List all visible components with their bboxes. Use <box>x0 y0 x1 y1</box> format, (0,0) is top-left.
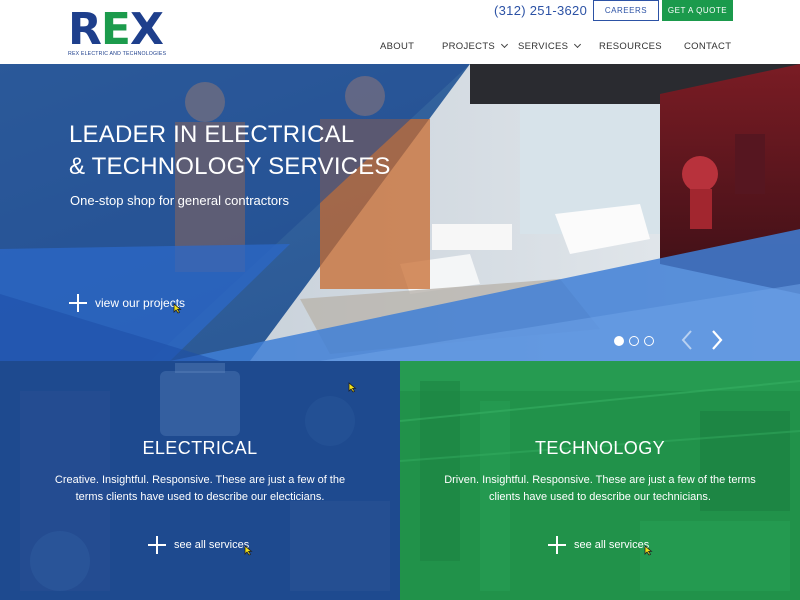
nav-item-label: SERVICES <box>518 41 569 52</box>
chevron-down-icon <box>574 40 582 49</box>
technology-description: Driven. Insightful. Responsive. These ar… <box>444 474 756 503</box>
nav-item-label: RESOURCES <box>599 41 662 52</box>
nav-item-label: PROJECTS <box>442 41 496 52</box>
see-all-services-label: see all services <box>574 539 650 551</box>
hero-title-line1: LEADER IN ELECTRICAL <box>69 121 355 148</box>
main-nav: ABOUT PROJECTS SERVICES RESOURCES CONTAC… <box>0 40 800 55</box>
nav-item-resources[interactable]: RESOURCES <box>599 41 662 52</box>
nav-item-about[interactable]: ABOUT <box>380 41 414 52</box>
careers-button[interactable]: CAREERS <box>593 0 659 21</box>
technology-panel[interactable]: TECHNOLOGY Driven. Insightful. Responsiv… <box>400 361 800 600</box>
pointer-cursor-icon <box>244 545 253 556</box>
pointer-cursor-icon <box>173 303 182 314</box>
hero-title-line2: & TECHNOLOGY SERVICES <box>69 153 391 180</box>
nav-item-projects[interactable]: PROJECTS <box>442 40 509 52</box>
see-all-services-label: see all services <box>174 539 250 551</box>
slider-next-arrow-icon[interactable] <box>710 329 724 351</box>
hero-background-image <box>0 64 800 361</box>
hero-title: LEADER IN ELECTRICAL & TECHNOLOGY SERVIC… <box>69 119 391 183</box>
get-a-quote-button[interactable]: GET A QUOTE <box>662 0 733 21</box>
nav-item-services[interactable]: SERVICES <box>518 40 582 52</box>
plus-icon <box>69 294 87 312</box>
slider-prev-arrow-icon[interactable] <box>680 329 694 351</box>
plus-icon <box>148 536 166 554</box>
hero-slider: LEADER IN ELECTRICAL & TECHNOLOGY SERVIC… <box>0 64 800 361</box>
plus-icon <box>548 536 566 554</box>
pointer-cursor-icon <box>348 382 357 393</box>
nav-item-label: CONTACT <box>684 41 732 52</box>
electrical-panel[interactable]: ELECTRICAL Creative. Insightful. Respons… <box>0 361 400 600</box>
phone-number[interactable]: (312) 251-3620 <box>494 3 587 18</box>
slider-dots <box>614 336 654 346</box>
site-header: REX REX ELECTRIC AND TECHNOLOGIES (312) … <box>0 0 800 64</box>
slider-dot-3[interactable] <box>644 336 654 346</box>
nav-item-label: ABOUT <box>380 41 415 52</box>
view-projects-link[interactable]: view our projects <box>69 294 185 312</box>
electrical-see-all-services-link[interactable]: see all services <box>148 536 249 554</box>
slider-dot-2[interactable] <box>629 336 639 346</box>
technology-see-all-services-link[interactable]: see all services <box>548 536 649 554</box>
electrical-description: Creative. Insightful. Responsive. These … <box>54 474 346 503</box>
chevron-down-icon <box>501 40 509 49</box>
view-projects-label: view our projects <box>95 296 186 310</box>
electrical-title: ELECTRICAL <box>142 438 258 458</box>
hero-subtitle: One-stop shop for general contractors <box>70 193 289 208</box>
slider-dot-1[interactable] <box>614 336 624 346</box>
pointer-cursor-icon <box>644 545 653 556</box>
technology-title: TECHNOLOGY <box>534 438 666 458</box>
nav-item-contact[interactable]: CONTACT <box>684 41 731 52</box>
